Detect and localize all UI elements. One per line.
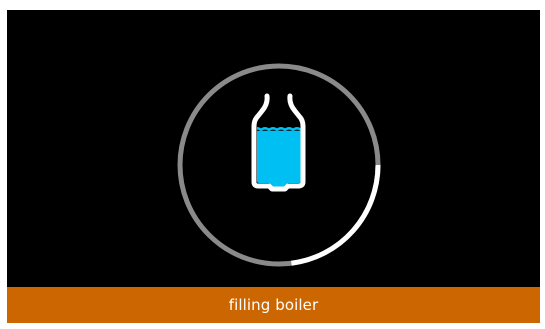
status-bar: filling boiler <box>7 287 540 323</box>
status-message: filling boiler <box>228 296 319 314</box>
boiler-water <box>257 130 301 188</box>
progress-stage <box>7 10 540 287</box>
boiler-icon <box>251 93 306 192</box>
progress-graphic <box>177 63 381 267</box>
boiler-screen: filling boiler <box>7 10 540 323</box>
